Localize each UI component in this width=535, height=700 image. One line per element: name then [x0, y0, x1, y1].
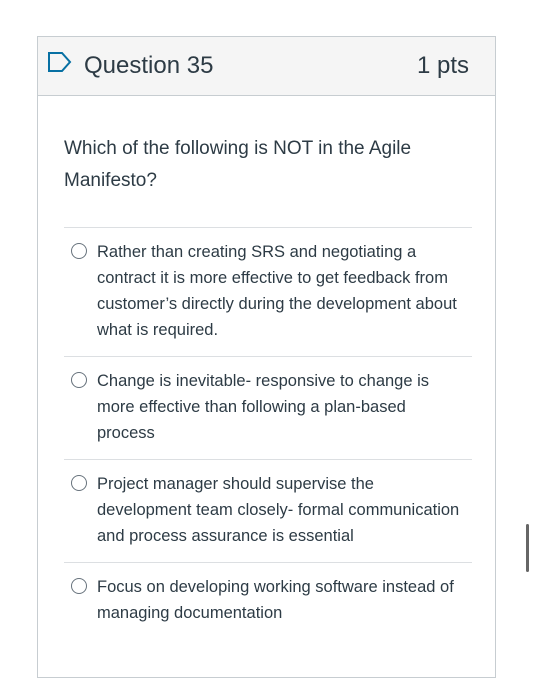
question-points: 1 pts: [416, 52, 469, 79]
question-header: Question 35 1 pts: [38, 37, 495, 96]
question-card: Question 35 1 pts Which of the following…: [37, 36, 496, 678]
answer-option-4[interactable]: Focus on developing working software ins…: [64, 562, 472, 639]
scrollbar-thumb[interactable]: [526, 524, 529, 572]
answer-label: Rather than creating SRS and negotiating…: [97, 243, 457, 339]
answer-option-1[interactable]: Rather than creating SRS and negotiating…: [64, 227, 472, 356]
answer-list: Rather than creating SRS and negotiating…: [64, 227, 472, 639]
radio-button[interactable]: [71, 243, 87, 259]
question-title: Question 35: [84, 52, 214, 79]
radio-button[interactable]: [71, 372, 87, 388]
bookmark-flag-icon[interactable]: [47, 51, 73, 73]
question-text: Which of the following is NOT in the Agi…: [64, 138, 412, 191]
answer-option-2[interactable]: Change is inevitable- responsive to chan…: [64, 356, 472, 459]
answer-label: Focus on developing working software ins…: [97, 578, 454, 622]
radio-button[interactable]: [71, 578, 87, 594]
answer-option-3[interactable]: Project manager should supervise the dev…: [64, 459, 472, 562]
answer-label: Project manager should supervise the dev…: [97, 475, 460, 545]
question-body: Which of the following is NOT in the Agi…: [64, 95, 472, 639]
answer-label: Change is inevitable- responsive to chan…: [97, 372, 430, 442]
radio-button[interactable]: [71, 475, 87, 491]
